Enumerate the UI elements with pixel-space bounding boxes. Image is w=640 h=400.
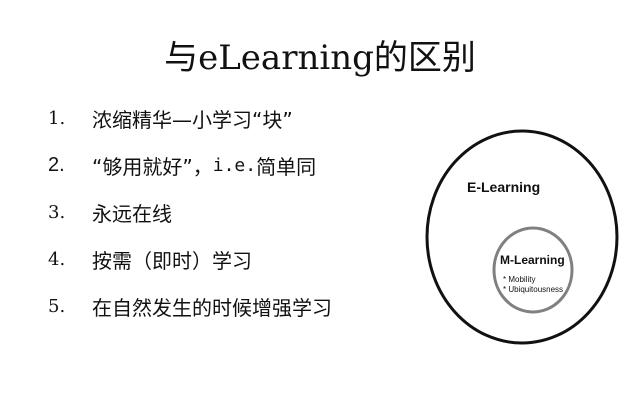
list-item-number: 4. [48, 249, 66, 270]
m-learning-point: * Mobility [503, 275, 535, 284]
list-item-number: 1. [48, 108, 66, 129]
list-item-text: 按需（即时）学习 [92, 249, 252, 273]
m-learning-circle [492, 226, 574, 314]
list-item-abbrev: i.e. [212, 155, 257, 176]
list-item: 1. 浓缩精华—小学习“块” [48, 95, 332, 142]
list-item-text: “够用就好”， [92, 155, 213, 179]
list-item: 3. 永远在线 [48, 189, 332, 236]
slide: 与eLearning的区别 1. 浓缩精华—小学习“块” 2. “够用就好”， … [0, 0, 640, 400]
diagram-svg: E-Learning M-Learning * Mobility * Ubiqu… [425, 129, 619, 345]
learning-venn-diagram: E-Learning M-Learning * Mobility * Ubiqu… [405, 122, 640, 350]
list-item-text: 在自然发生的时候增强学习 [92, 296, 332, 320]
bullet-list: 1. 浓缩精华—小学习“块” 2. “够用就好”， i.e. 简单同 3. 永远… [48, 95, 332, 330]
list-item-number: 2. [48, 154, 65, 176]
list-item-text: 浓缩精华—小学习“块” [92, 108, 293, 132]
slide-title: 与eLearning的区别 [164, 38, 476, 78]
m-learning-point: * Ubiquitousness [503, 285, 563, 294]
e-learning-label: E-Learning [467, 179, 540, 195]
list-item: 2. “够用就好”， i.e. 简单同 [48, 142, 332, 189]
list-item-number: 5. [48, 296, 66, 317]
list-item-text: 永远在线 [92, 202, 172, 226]
list-item-number: 3. [48, 202, 66, 223]
m-learning-label: M-Learning [500, 253, 565, 267]
list-item: 5. 在自然发生的时候增强学习 [48, 283, 332, 330]
list-item-text-tail: 简单同 [256, 155, 317, 179]
list-item: 4. 按需（即时）学习 [48, 236, 332, 283]
